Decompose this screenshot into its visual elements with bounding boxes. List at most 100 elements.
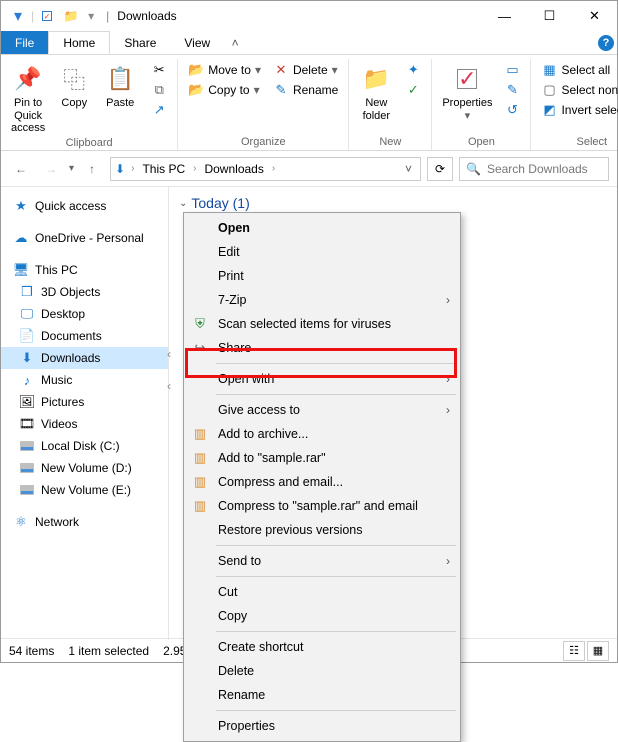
properties-button[interactable]: ✓ Properties▾: [438, 61, 496, 124]
group-today[interactable]: ⌄ Today (1): [179, 195, 607, 211]
tab-home[interactable]: Home: [48, 31, 110, 54]
drive-c-icon: [19, 438, 35, 454]
open-button[interactable]: ▭: [500, 61, 524, 79]
rar-icon: ▥: [190, 448, 210, 468]
new-folder-button[interactable]: 📁 New folder: [355, 61, 397, 124]
ctx-compress-sample[interactable]: ▥Compress to "sample.rar" and email: [186, 494, 458, 518]
folder-icon[interactable]: 📁: [60, 5, 82, 27]
address-drop-icon[interactable]: ˅: [401, 162, 416, 176]
selectall-icon: ▦: [541, 62, 557, 78]
ctx-edit[interactable]: Edit: [186, 240, 458, 264]
address-bar[interactable]: ⬇ › This PC › Downloads › ˅: [110, 157, 421, 181]
pin-quick-access-button[interactable]: 📌 Pin to Quick access: [7, 61, 49, 137]
history-button[interactable]: ↺: [500, 101, 524, 119]
status-selected: 1 item selected: [68, 644, 149, 658]
qat-down-icon[interactable]: ▾: [7, 5, 29, 27]
crumb-downloads[interactable]: Downloads: [202, 162, 265, 176]
tab-file[interactable]: File: [1, 31, 48, 54]
ctx-open[interactable]: Open: [186, 216, 458, 240]
group-label-clipboard: Clipboard: [7, 137, 171, 151]
nav-vold[interactable]: New Volume (D:): [1, 457, 168, 479]
new-item-button[interactable]: ✦: [401, 61, 425, 79]
nav-music[interactable]: ♪Music: [1, 369, 168, 391]
nav-localc[interactable]: Local Disk (C:): [1, 435, 168, 457]
qat-properties-icon[interactable]: ✓: [36, 5, 58, 27]
tab-share[interactable]: Share: [110, 31, 170, 54]
nav-onedrive[interactable]: ☁OneDrive - Personal: [1, 227, 168, 249]
nav-documents[interactable]: 📄Documents: [1, 325, 168, 347]
ctx-properties[interactable]: Properties: [186, 714, 458, 738]
ctx-restore[interactable]: Restore previous versions: [186, 518, 458, 542]
ctx-open-with[interactable]: Open with›: [186, 367, 458, 391]
move-to-button[interactable]: 📂Move to ▾: [184, 61, 265, 79]
help-icon[interactable]: ?: [595, 31, 617, 54]
titlebar: ▾ | ✓ 📁 ▾ | Downloads — ☐ ✕: [1, 1, 617, 31]
delete-button[interactable]: ✕Delete ▾: [269, 61, 342, 79]
scroll-left-icon-2[interactable]: ‹: [167, 379, 171, 393]
maximize-button[interactable]: ☐: [527, 1, 572, 31]
group-label-select: Select: [537, 136, 618, 150]
ctx-send-to[interactable]: Send to›: [186, 549, 458, 573]
paste-button[interactable]: 📋 Paste: [99, 61, 141, 112]
copy-path-button[interactable]: ⧉: [147, 81, 171, 99]
nav-network[interactable]: ⚛Network: [1, 511, 168, 533]
ribbon-expand-icon[interactable]: ˄: [224, 31, 246, 54]
nav-3dobjects[interactable]: ❒3D Objects: [1, 281, 168, 303]
paste-shortcut-button[interactable]: ↗: [147, 101, 171, 119]
ctx-add-archive[interactable]: ▥Add to archive...: [186, 422, 458, 446]
refresh-button[interactable]: ⟳: [427, 157, 453, 181]
drive-e-icon: [19, 482, 35, 498]
minimize-button[interactable]: —: [482, 1, 527, 31]
nav-quick-access[interactable]: ★Quick access: [1, 195, 168, 217]
nav-desktop[interactable]: 🖵Desktop: [1, 303, 168, 325]
edit-button[interactable]: ✎: [500, 81, 524, 99]
copyto-icon: 📂: [188, 82, 204, 98]
chevron-down-icon: ⌄: [179, 198, 187, 209]
crumb-thispc[interactable]: This PC: [140, 162, 187, 176]
search-box[interactable]: 🔍 Search Downloads: [459, 157, 609, 181]
ctx-shortcut[interactable]: Create shortcut: [186, 635, 458, 659]
open-icon: ▭: [504, 62, 520, 78]
search-icon: 🔍: [466, 162, 481, 176]
search-placeholder: Search Downloads: [487, 162, 588, 176]
ctx-share[interactable]: ↪Share: [186, 336, 458, 360]
ctx-give-access[interactable]: Give access to›: [186, 398, 458, 422]
ctx-compress-email[interactable]: ▥Compress and email...: [186, 470, 458, 494]
select-none-button[interactable]: ▢Select none: [537, 81, 618, 99]
invert-selection-button[interactable]: ◩Invert selection: [537, 101, 618, 119]
cut-button[interactable]: ✂: [147, 61, 171, 79]
star-icon: ★: [13, 198, 29, 214]
ctx-cut[interactable]: Cut: [186, 580, 458, 604]
rename-button[interactable]: ✎Rename: [269, 81, 342, 99]
nav-downloads[interactable]: ⬇Downloads: [1, 347, 168, 369]
ctx-add-sample[interactable]: ▥Add to "sample.rar": [186, 446, 458, 470]
drive-d-icon: [19, 460, 35, 476]
nav-vole[interactable]: New Volume (E:): [1, 479, 168, 501]
close-button[interactable]: ✕: [572, 1, 617, 31]
up-button[interactable]: ↑: [80, 157, 104, 181]
ribbon: 📌 Pin to Quick access ⿻ Copy 📋 Paste ✂ ⧉…: [1, 55, 617, 151]
copy-button[interactable]: ⿻ Copy: [53, 61, 95, 112]
forward-button[interactable]: →: [39, 157, 63, 181]
delete-icon: ✕: [273, 62, 289, 78]
back-button[interactable]: ←: [9, 157, 33, 181]
view-details-button[interactable]: ☷: [563, 641, 585, 661]
scroll-left-icon[interactable]: ‹: [167, 347, 171, 361]
view-icons-button[interactable]: ▦: [587, 641, 609, 661]
ctx-rename[interactable]: Rename: [186, 683, 458, 707]
ctx-scan[interactable]: ⛨Scan selected items for viruses: [186, 312, 458, 336]
ctx-copy[interactable]: Copy: [186, 604, 458, 628]
tab-view[interactable]: View: [170, 31, 224, 54]
copy-icon: ⿻: [58, 63, 90, 95]
ctx-print[interactable]: Print: [186, 264, 458, 288]
pictures-icon: 🖼: [19, 394, 35, 410]
copy-to-button[interactable]: 📂Copy to ▾: [184, 81, 265, 99]
ctx-7zip[interactable]: 7-Zip›: [186, 288, 458, 312]
select-all-button[interactable]: ▦Select all: [537, 61, 618, 79]
nav-videos[interactable]: 🎞Videos: [1, 413, 168, 435]
nav-thispc[interactable]: 🖥This PC: [1, 259, 168, 281]
easy-access-button[interactable]: ✓: [401, 81, 425, 99]
status-count: 54 items: [9, 644, 54, 658]
ribbon-tabs: File Home Share View ˄ ?: [1, 31, 617, 55]
nav-pictures[interactable]: 🖼Pictures: [1, 391, 168, 413]
